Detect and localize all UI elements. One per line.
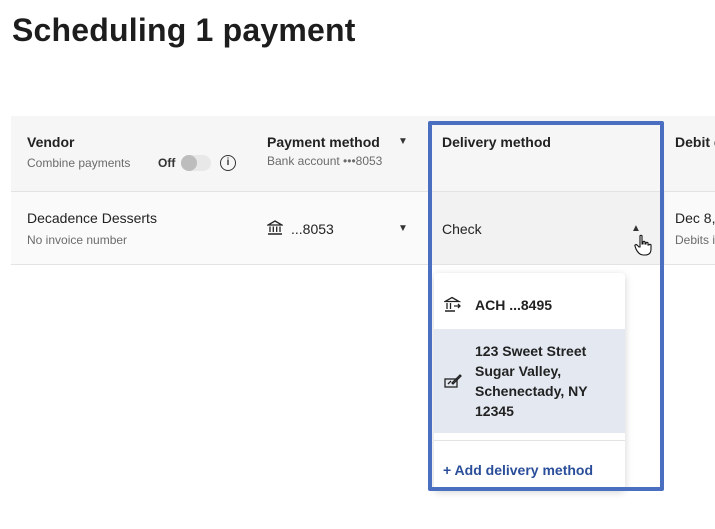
debit-column-header: Debit d: [675, 134, 715, 150]
delivery-method-select[interactable]: Check ▲: [432, 192, 665, 264]
delivery-option-ach-label: ACH ...8495: [475, 297, 553, 313]
info-icon[interactable]: i: [220, 155, 236, 171]
vendor-column-header: Vendor: [27, 134, 75, 150]
table-header-row: Vendor Combine payments Off i Payment me…: [11, 116, 715, 192]
payment-method-dropdown-caret-icon[interactable]: ▼: [398, 223, 408, 234]
delivery-option-check-address-label: 123 Sweet Street Sugar Valley, Schenecta…: [475, 343, 588, 419]
table-row: Decadence Desserts No invoice number ...…: [11, 192, 715, 265]
debit-date: Dec 8,: [675, 210, 715, 226]
add-delivery-method-link[interactable]: + Add delivery method: [443, 462, 593, 478]
payment-method-sublabel: Bank account •••8053: [267, 154, 383, 168]
dropdown-divider: [434, 440, 625, 441]
delivery-method-value: Check: [442, 221, 482, 237]
delivery-option-check-address[interactable]: 123 Sweet Street Sugar Valley, Schenecta…: [434, 329, 625, 433]
combine-payments-toggle[interactable]: [181, 155, 211, 171]
payment-method-sort-caret-icon[interactable]: ▼: [398, 136, 408, 147]
delivery-option-ach[interactable]: ACH ...8495: [434, 273, 625, 329]
combine-payments-label: Combine payments: [27, 156, 131, 170]
chevron-up-icon[interactable]: ▲: [631, 223, 641, 234]
delivery-method-dropdown: ACH ...8495 123 Sweet Street Sugar Valle…: [434, 273, 625, 490]
debit-note: Debits i: [675, 233, 715, 247]
check-mail-icon: [444, 374, 462, 388]
combine-toggle-state: Off: [158, 156, 176, 170]
bank-icon: [267, 220, 283, 235]
delivery-method-column-header: Delivery method: [442, 134, 551, 150]
page-title: Scheduling 1 payment: [12, 12, 356, 48]
hand-cursor-icon: [634, 234, 652, 256]
bank-transfer-icon: [444, 296, 462, 312]
vendor-name: Decadence Desserts: [27, 210, 157, 226]
payment-method-value[interactable]: ...8053: [291, 221, 334, 237]
vendor-invoice-note: No invoice number: [27, 233, 128, 247]
payment-method-column-header[interactable]: Payment method: [267, 134, 380, 150]
